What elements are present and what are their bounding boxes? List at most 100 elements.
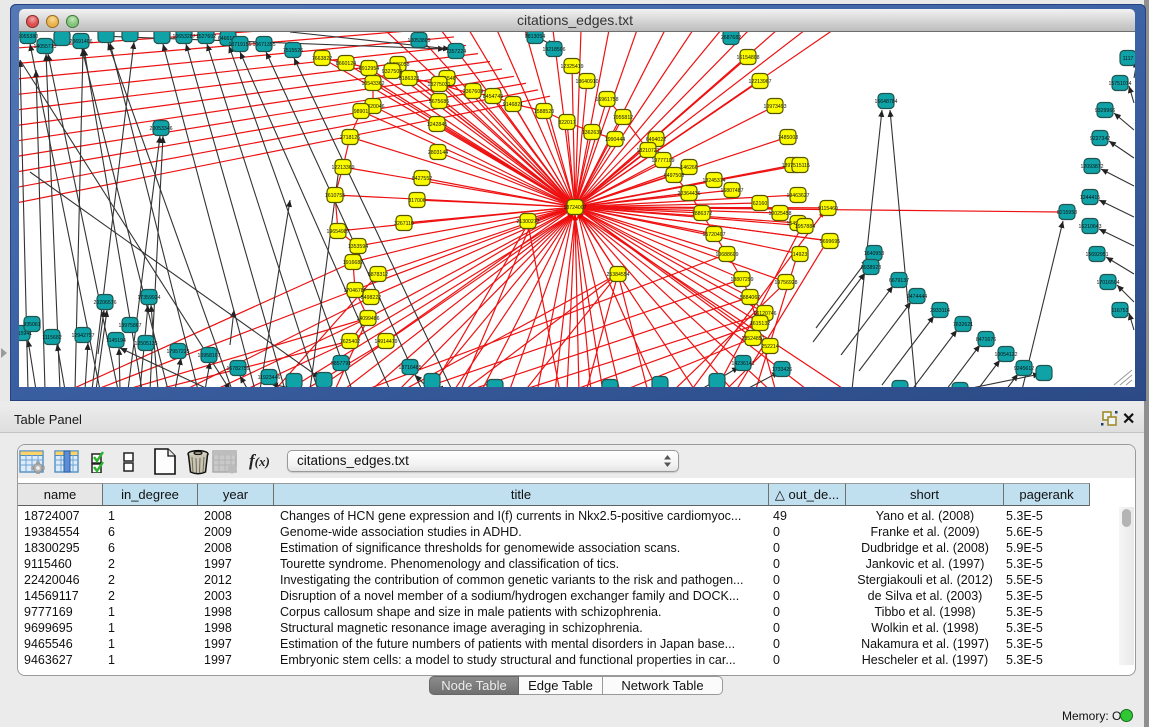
svg-text:1115682: 1115682	[42, 335, 62, 341]
svg-text:9327509: 9327509	[382, 69, 402, 75]
svg-text:1242845: 1242845	[427, 122, 447, 128]
svg-text:9857791: 9857791	[331, 361, 351, 367]
svg-text:14914479: 14914479	[374, 339, 397, 345]
svg-text:6497508: 6497508	[664, 173, 684, 179]
svg-text:1640953: 1640953	[864, 251, 884, 257]
svg-text:10025458: 10025458	[768, 211, 791, 217]
svg-text:17016504: 17016504	[1096, 280, 1119, 286]
svg-text:10671355: 10671355	[252, 42, 275, 48]
svg-text:9227342: 9227342	[1090, 136, 1110, 142]
svg-text:8660124: 8660124	[336, 61, 356, 67]
svg-text:9474444: 9474444	[907, 294, 927, 300]
svg-text:15692951: 15692951	[1085, 252, 1108, 258]
svg-text:14099486: 14099486	[356, 316, 379, 322]
svg-text:7632621: 7632621	[953, 322, 973, 328]
svg-text:9115460: 9115460	[818, 206, 838, 212]
svg-text:8427552: 8427552	[412, 176, 432, 182]
svg-text:18724007: 18724007	[563, 205, 586, 211]
svg-text:1117: 1117	[1123, 56, 1134, 62]
svg-text:7625402: 7625402	[340, 339, 360, 345]
svg-text:8938923: 8938923	[861, 265, 881, 271]
svg-text:16210643: 16210643	[1078, 224, 1101, 230]
svg-text:7357224: 7357224	[446, 49, 466, 55]
svg-text:18807299: 18807299	[730, 277, 753, 283]
svg-text:16782759: 16782759	[226, 366, 249, 372]
svg-text:19756928: 19756928	[774, 280, 797, 286]
svg-text:1588520: 1588520	[534, 109, 554, 115]
svg-text:10719155: 10719155	[228, 42, 251, 48]
svg-text:2367608: 2367608	[463, 89, 483, 95]
svg-text:1610755: 1610755	[325, 193, 345, 199]
svg-text:1353594: 1353594	[348, 244, 368, 250]
svg-text:1916682: 1916682	[343, 260, 363, 266]
svg-text:17957225: 17957225	[166, 349, 189, 355]
svg-text:12325419: 12325419	[560, 64, 583, 70]
svg-text:10688609: 10688609	[715, 252, 738, 258]
svg-text:12213967: 12213967	[748, 79, 771, 85]
svg-text:13975867: 13975867	[118, 323, 141, 329]
svg-text:1244415: 1244415	[1080, 195, 1100, 201]
svg-text:16807487: 16807487	[720, 188, 743, 194]
svg-text:7955812: 7955812	[613, 115, 633, 121]
svg-text:18640910: 18640910	[575, 79, 598, 85]
svg-text:10973493: 10973493	[763, 104, 786, 110]
svg-text:16648784: 16648784	[874, 99, 897, 105]
svg-text:20691406: 20691406	[69, 39, 92, 45]
svg-text:8912954: 8912954	[359, 66, 379, 72]
svg-text:2718126: 2718126	[340, 135, 360, 141]
svg-text:21300273: 21300273	[516, 219, 539, 225]
svg-text:7485003: 7485003	[778, 135, 798, 141]
svg-text:1733426: 1733426	[772, 367, 792, 373]
svg-text:13716485: 13716485	[398, 365, 421, 371]
svg-text:19463627: 19463627	[786, 193, 809, 199]
svg-text:2687682: 2687682	[721, 35, 741, 41]
svg-text:1527602: 1527602	[196, 34, 216, 40]
svg-text:10958107: 10958107	[197, 353, 220, 359]
svg-text:14923: 14923	[793, 252, 808, 258]
svg-text:822017: 822017	[558, 120, 575, 126]
svg-text:935061: 935061	[23, 322, 40, 328]
svg-text:1145194: 1145194	[106, 338, 126, 344]
svg-text:98901: 98901	[354, 109, 369, 115]
svg-text:8215958: 8215958	[1057, 210, 1077, 216]
svg-text:8471676: 8471676	[976, 337, 996, 343]
svg-text:5884067: 5884067	[740, 295, 760, 301]
svg-text:5878312: 5878312	[368, 272, 388, 278]
svg-text:9329966: 9329966	[1095, 108, 1115, 114]
svg-text:14055713: 14055713	[33, 44, 56, 50]
svg-text:16961758: 16961758	[595, 97, 618, 103]
svg-text:18245374: 18245374	[702, 178, 725, 184]
svg-text:7515115: 7515115	[790, 163, 810, 169]
svg-text:16154808: 16154808	[736, 55, 759, 61]
svg-text:7663822: 7663822	[312, 56, 332, 62]
svg-text:1362635: 1362635	[582, 130, 602, 136]
svg-text:12505135: 12505135	[134, 341, 157, 347]
svg-text:20206576: 20206576	[93, 300, 116, 306]
svg-text:7515526: 7515526	[283, 48, 303, 54]
svg-text:9699695: 9699695	[820, 239, 840, 245]
svg-text:6679137: 6679137	[889, 278, 909, 284]
svg-text:12213369: 12213369	[331, 165, 354, 171]
svg-text:19654987: 19654987	[326, 229, 349, 235]
svg-text:2803144: 2803144	[428, 150, 448, 156]
svg-text:252214: 252214	[761, 344, 778, 350]
svg-text:9245612: 9245612	[1014, 366, 1034, 372]
svg-text:3267110: 3267110	[394, 221, 414, 227]
svg-text:20364436: 20364436	[677, 191, 700, 197]
svg-text:10053809: 10053809	[407, 38, 430, 44]
svg-text:15751074: 15751074	[1108, 81, 1131, 87]
svg-text:116753: 116753	[1112, 308, 1129, 314]
svg-text:146266: 146266	[680, 165, 697, 171]
svg-text:8454749: 8454749	[483, 94, 503, 100]
svg-text:13275031: 13275031	[427, 82, 450, 88]
svg-text:12942757: 12942757	[71, 333, 94, 339]
svg-text:19777109: 19777109	[651, 158, 674, 164]
svg-text:62160: 62160	[753, 201, 768, 207]
svg-text:2933114: 2933114	[930, 308, 950, 314]
svg-text:9146821: 9146821	[503, 102, 523, 108]
svg-text:17359924: 17359924	[137, 295, 160, 301]
svg-text:20053346: 20053346	[149, 126, 172, 132]
svg-text:25384554: 25384554	[606, 272, 629, 278]
svg-text:13524851: 13524851	[741, 336, 764, 342]
svg-text:8813054: 8813054	[525, 34, 545, 40]
